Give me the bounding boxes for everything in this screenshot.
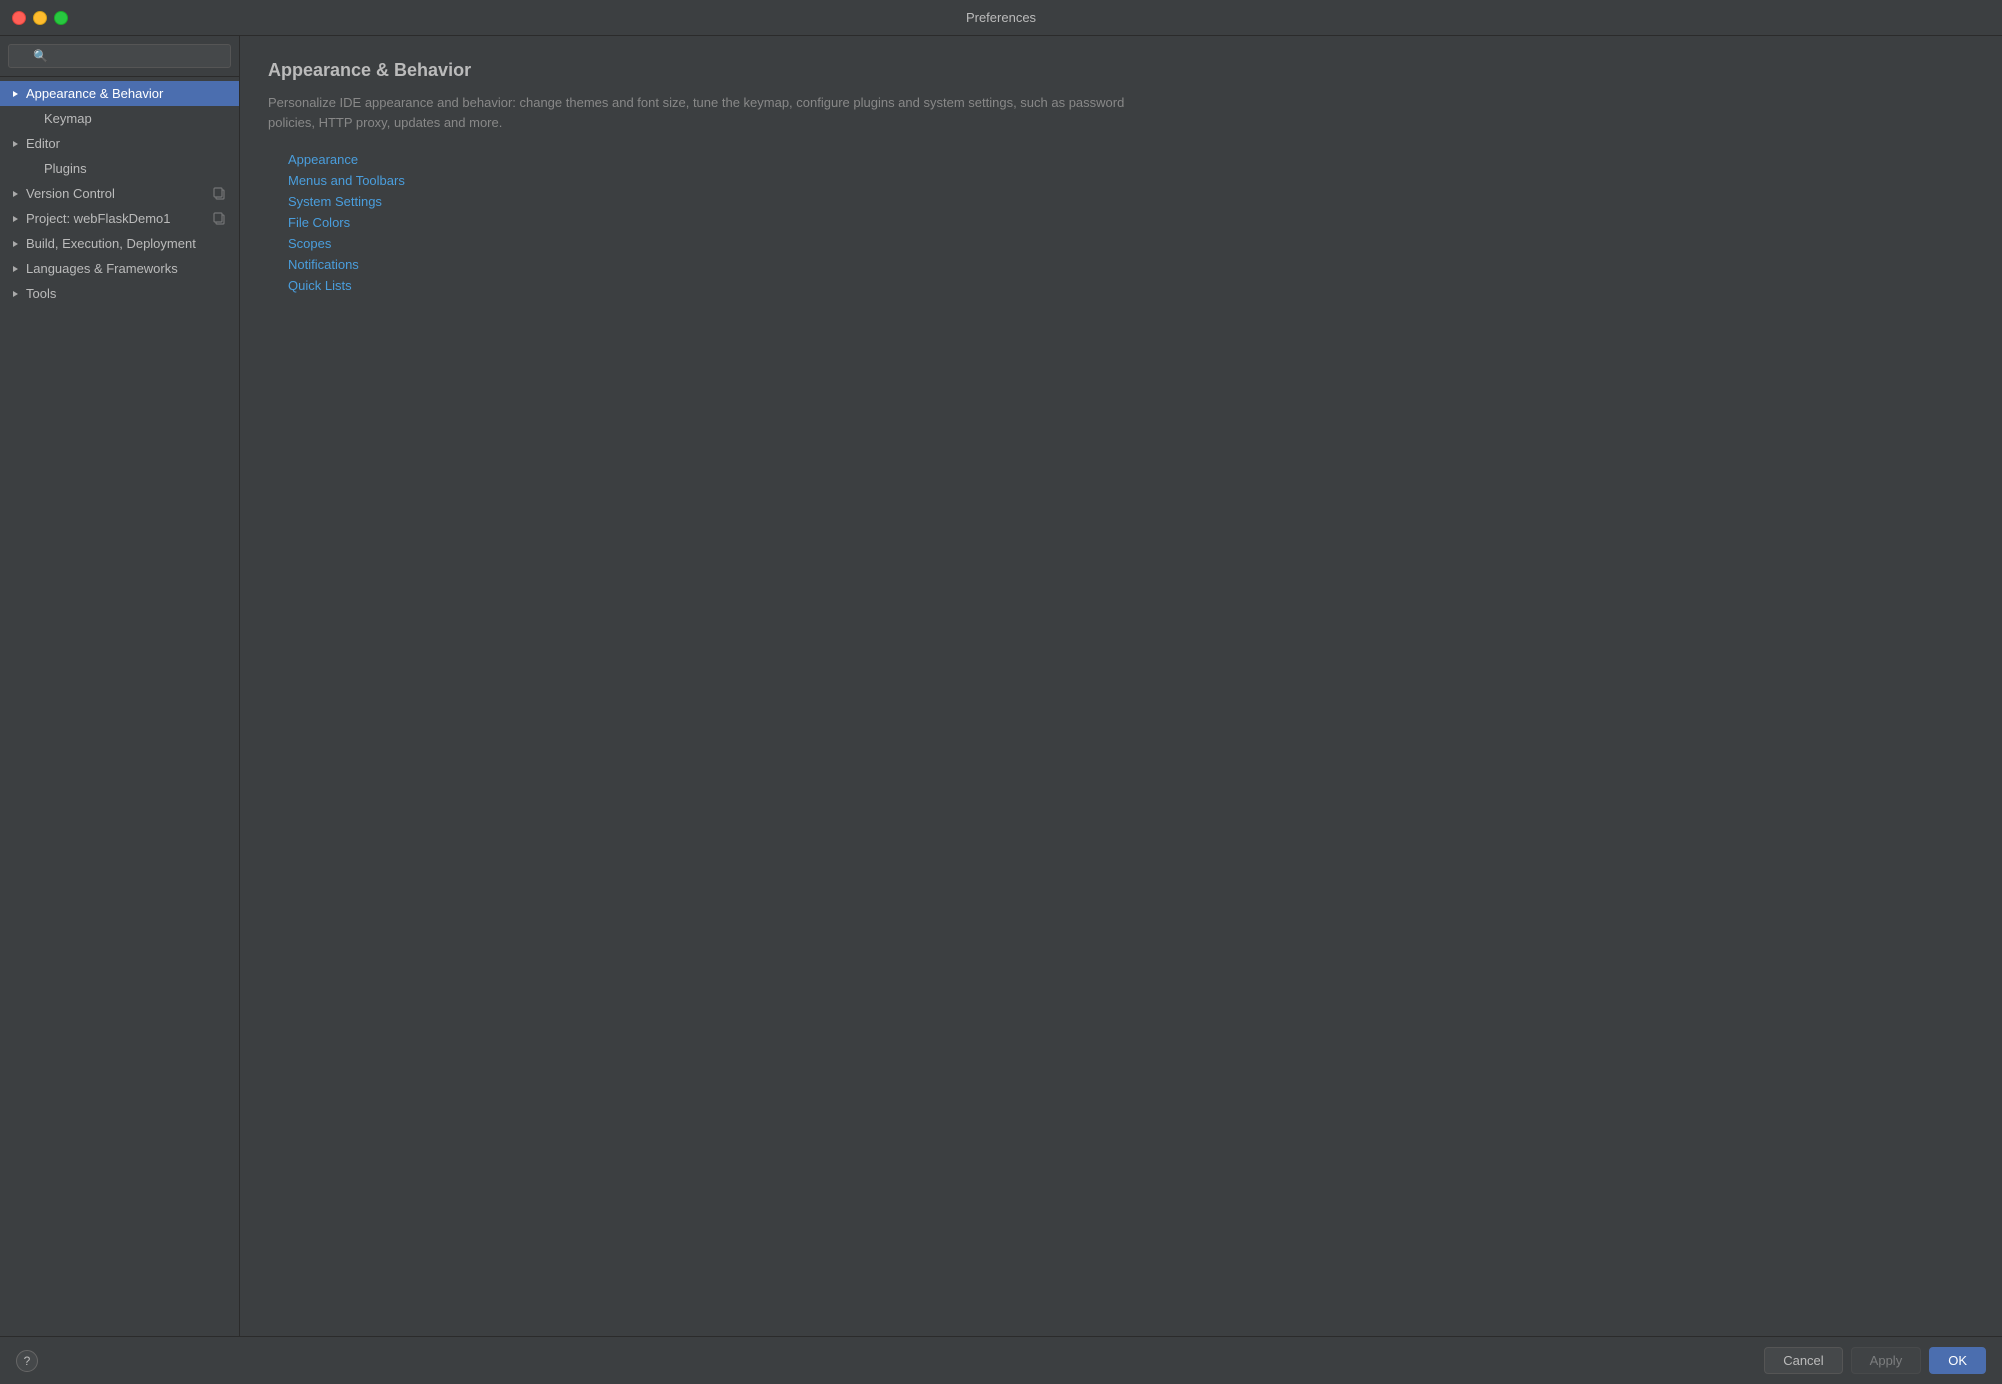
chevron-icon [10,139,20,149]
content-links: Appearance Menus and Toolbars System Setti… [268,152,1974,293]
chevron-icon [10,89,20,99]
minimize-button[interactable] [33,11,47,25]
content-link-quick-lists[interactable]: Quick Lists [288,278,1974,293]
cancel-button[interactable]: Cancel [1764,1347,1842,1374]
sidebar-item-build-execution[interactable]: Build, Execution, Deployment [0,231,239,256]
sidebar-item-label: Version Control [26,186,115,201]
title-bar: Preferences [0,0,2002,36]
sidebar-item-label: Languages & Frameworks [26,261,178,276]
sidebar-item-keymap[interactable]: Keymap [0,106,239,131]
content-link-notifications[interactable]: Notifications [288,257,1974,272]
sidebar-item-plugins[interactable]: Plugins [0,156,239,181]
sidebar-item-label: Tools [26,286,56,301]
sidebar-item-editor[interactable]: Editor [0,131,239,156]
sidebar-item-label: Editor [26,136,60,151]
content-link-file-colors[interactable]: File Colors [288,215,1974,230]
sidebar-item-languages-frameworks[interactable]: Languages & Frameworks [0,256,239,281]
content-link-scopes[interactable]: Scopes [288,236,1974,251]
traffic-lights [12,11,68,25]
sidebar-item-label: Appearance & Behavior [26,86,163,101]
search-wrapper [8,44,231,68]
content-description: Personalize IDE appearance and behavior:… [268,93,1168,132]
content-link-system-settings[interactable]: System Settings [288,194,1974,209]
sidebar-item-label: Build, Execution, Deployment [26,236,196,251]
sidebar-item-label: Plugins [44,161,87,176]
content-link-appearance[interactable]: Appearance [288,152,1974,167]
copy-icon [213,212,227,226]
chevron-icon [10,289,20,299]
help-button[interactable]: ? [16,1350,38,1372]
ok-button[interactable]: OK [1929,1347,1986,1374]
sidebar-item-version-control[interactable]: Version Control [0,181,239,206]
bottom-bar: ? Cancel Apply OK [0,1336,2002,1384]
sidebar-item-tools[interactable]: Tools [0,281,239,306]
copy-icon [213,187,227,201]
sidebar-item-appearance-behavior[interactable]: Appearance & Behavior [0,81,239,106]
maximize-button[interactable] [54,11,68,25]
search-container [0,36,239,77]
nav-list: Appearance & Behavior Keymap Editor Plugins… [0,77,239,1336]
chevron-icon [10,239,20,249]
chevron-icon [10,189,20,199]
main-container: Appearance & Behavior Keymap Editor Plugins… [0,36,2002,1336]
content-link-menus-toolbars[interactable]: Menus and Toolbars [288,173,1974,188]
search-input[interactable] [8,44,231,68]
apply-button[interactable]: Apply [1851,1347,1922,1374]
sidebar: Appearance & Behavior Keymap Editor Plugins… [0,36,240,1336]
sidebar-item-label: Keymap [44,111,92,126]
close-button[interactable] [12,11,26,25]
content-area: Appearance & Behavior Personalize IDE ap… [240,36,2002,1336]
sidebar-item-label: Project: webFlaskDemo1 [26,211,171,226]
content-title: Appearance & Behavior [268,60,1974,81]
window-title: Preferences [966,10,1036,25]
chevron-icon [10,264,20,274]
chevron-icon [10,214,20,224]
sidebar-item-project[interactable]: Project: webFlaskDemo1 [0,206,239,231]
bottom-left: ? [16,1350,38,1372]
